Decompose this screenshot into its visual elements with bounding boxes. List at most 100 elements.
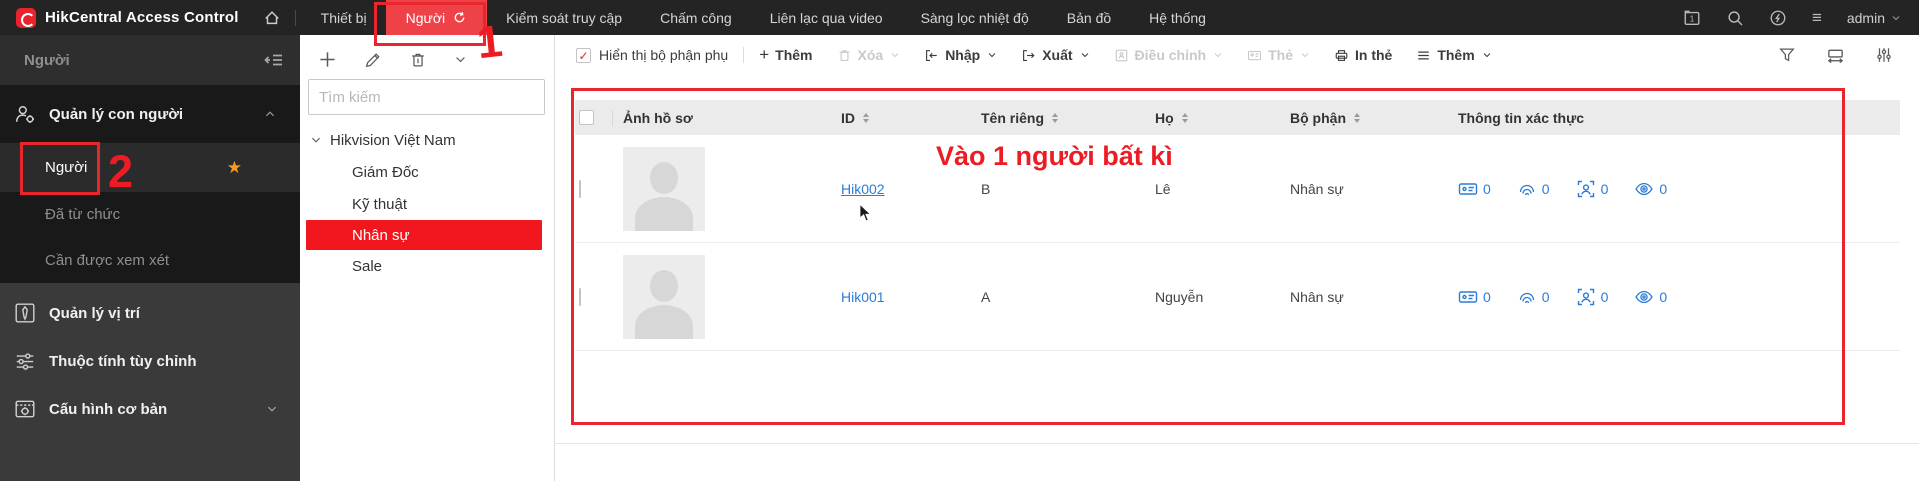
position-management-icon [14,302,36,324]
sidebar-item-position-management[interactable]: Quản lý vị trí [0,289,300,337]
add-person-button[interactable]: + Thêm [759,45,812,65]
sort-icon[interactable] [1052,112,1059,123]
wizard-button[interactable]: 1 [1683,9,1701,27]
tree-node-sale[interactable]: Sale [300,250,554,282]
sidebar-item-to-review[interactable]: Cần được xem xét [0,237,300,283]
fingerprint-icon [1517,179,1537,199]
header-last-name: Họ [1145,110,1280,126]
fit-width-icon [1826,46,1845,65]
chevron-down-icon[interactable] [310,134,322,146]
person-id-link[interactable]: Hik001 [841,289,885,305]
filter-icon [1778,46,1796,64]
star-icon[interactable]: ★ [227,158,242,178]
hikcentral-app: HikCentral Access Control Thiết bị Người… [0,0,1919,481]
first-name-cell: A [981,288,991,305]
show-sub-departments-checkbox[interactable]: ✓ [576,47,591,63]
sidebar-item-person[interactable]: Người ★ [0,143,300,192]
topbar-divider [294,9,296,26]
table-row: Hik002 B Lê Nhân sự 0 0 0 0 [575,135,1900,243]
header-profile-photo: Ảnh hồ sơ [623,109,693,126]
sort-icon[interactable] [1181,112,1188,123]
person-management-icon [14,103,36,125]
chevron-down-icon [454,53,467,66]
search-button[interactable] [1726,9,1744,27]
row-checkbox[interactable] [579,179,581,198]
add-department-button[interactable] [318,50,337,69]
tree-node-giam-doc[interactable]: Giám Đốc [300,156,554,188]
tree-node-root-label: Hikvision Việt Nam [330,131,456,149]
nav-tab-access-control[interactable]: Kiểm soát truy cập [487,0,641,35]
app-logo-icon [16,7,36,28]
card-icon [1247,48,1262,63]
collapse-sidebar-icon[interactable] [264,50,284,70]
row-checkbox[interactable] [579,287,581,306]
sidebar-item-custom-attributes[interactable]: Thuộc tính tùy chỉnh [0,337,300,385]
sort-icon[interactable] [863,112,869,123]
card-count: 0 [1458,179,1491,199]
sidebar-group-person-management[interactable]: Quản lý con người [0,85,300,143]
edit-department-button[interactable] [364,51,382,69]
select-all-checkbox[interactable] [579,110,594,125]
card-label: Thẻ [1268,47,1293,63]
home-button[interactable] [249,0,295,35]
tree-node-ky-thuat[interactable]: Kỹ thuật [300,188,554,220]
user-menu[interactable]: admin [1847,10,1901,26]
card-button[interactable]: Thẻ [1247,47,1310,63]
chevron-down-icon [1080,50,1090,60]
nav-tab-map[interactable]: Bản đồ [1048,0,1130,35]
more-actions-button[interactable]: Thêm [1416,47,1491,63]
tree-more-button[interactable] [454,53,467,66]
search-icon [1726,9,1744,27]
nav-tab-attendance[interactable]: Chấm công [641,0,751,35]
tree-node-root[interactable]: Hikvision Việt Nam [300,124,554,156]
tree-search-input[interactable] [308,79,545,115]
adjust-button[interactable]: Điều chỉnh [1114,47,1224,63]
refresh-icon[interactable] [452,10,467,25]
sidebar-item-basic-config[interactable]: Cấu hình cơ bản [0,385,300,433]
header-credentials: Thông tin xác thực [1458,109,1585,126]
row-checkbox-cell [575,179,613,198]
nav-tab-devices[interactable]: Thiết bị [302,0,386,35]
fit-width-button[interactable] [1826,46,1845,65]
sort-icon[interactable] [1354,112,1360,123]
import-icon [924,48,939,63]
menu-button[interactable]: ≡ [1812,9,1822,26]
more-actions-label: Thêm [1437,47,1475,63]
nav-tab-temp-screening[interactable]: Sàng lọc nhiệt độ [902,0,1048,35]
nav-tab-video-intercom[interactable]: Liên lạc qua video [751,0,902,35]
filter-button[interactable] [1778,46,1796,64]
person-id-link[interactable]: Hik002 [841,181,885,197]
tree-node-label: Kỹ thuật [352,195,408,213]
app-title: HikCentral Access Control [45,9,239,26]
last-name-cell: Nguyễn [1155,288,1204,305]
nav-tab-person-label: Người [405,9,446,26]
table-header: Ảnh hồ sơ ID Tên riêng Họ Bộ phận Thông … [575,100,1900,135]
list-toolbar-right [1778,46,1919,65]
profile-photo-cell [613,146,831,231]
print-card-button[interactable]: In thẻ [1334,47,1392,63]
tree-node-nhan-su-selected[interactable]: Nhân sự [306,220,542,250]
sidebar-item-basic-config-label: Cấu hình cơ bản [49,400,168,418]
delete-person-button[interactable]: Xóa [837,47,901,63]
face-count: 0 [1576,287,1608,307]
row-checkbox-cell [575,287,613,306]
person-list-panel: ✓ Hiển thị bộ phận phụ + Thêm Xóa Nhập X… [555,35,1919,481]
nav-tab-person[interactable]: Người [385,0,488,35]
tree-node-label: Nhân sự [352,226,410,244]
adjust-label: Điều chỉnh [1134,47,1207,63]
import-button[interactable]: Nhập [924,47,997,63]
delete-department-button[interactable] [409,51,427,69]
nav-tab-system[interactable]: Hệ thống [1130,0,1225,35]
card-reader-icon [1458,287,1478,307]
export-button[interactable]: Xuất [1021,47,1089,63]
sidebar-item-position-label: Quản lý vị trí [49,304,140,322]
column-settings-button[interactable] [1875,46,1893,64]
table-row: Hik001 A Nguyễn Nhân sự 0 0 0 0 [575,243,1900,351]
credentials-cell: 0 0 0 0 [1448,179,1900,199]
sidebar-item-resigned[interactable]: Đã từ chức [0,192,300,237]
plus-icon: + [759,45,770,64]
avatar [623,146,705,231]
department-cell: Nhân sự [1290,288,1344,305]
trash-icon [837,48,852,63]
help-button[interactable] [1769,9,1787,27]
